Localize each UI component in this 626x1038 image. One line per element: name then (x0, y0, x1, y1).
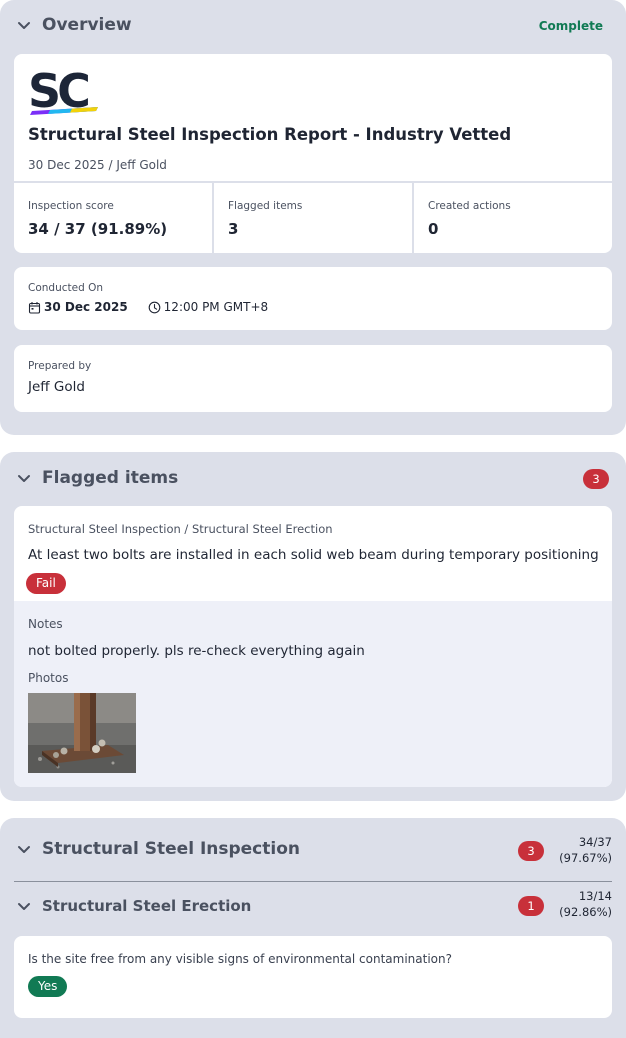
conducted-time-group: 12:00 PM GMT+8 (148, 300, 268, 314)
inspection-flag-badge: 3 (518, 841, 544, 861)
flagged-item-question: At least two bolts are installed in each… (28, 547, 599, 563)
flagged-items-section: Flagged items 3 Structural Steel Inspect… (0, 452, 626, 801)
overview-section: Overview Complete SC Structural Steel In… (0, 0, 626, 435)
report-title: Structural Steel Inspection Report - Ind… (28, 125, 512, 144)
stats-row: Inspection score 34 / 37 (91.89%) Flagge… (14, 181, 612, 253)
question-card: Is the site free from any visible signs … (14, 936, 612, 1018)
stat-inspection-score: Inspection score 34 / 37 (91.89%) (14, 183, 212, 253)
photo-thumbnail[interactable] (28, 693, 136, 773)
report-subtitle: 30 Dec 2025 / Jeff Gold (28, 158, 167, 172)
erection-subsection-title: Structural Steel Erection (42, 897, 252, 915)
calendar-icon (28, 301, 41, 314)
flagged-item-path: Structural Steel Inspection / Structural… (28, 522, 333, 536)
conducted-on-card: Conducted On 30 Dec 2025 12:00 PM GMT+8 (14, 267, 612, 330)
stat-label: Inspection score (28, 200, 114, 212)
chevron-down-icon[interactable] (17, 21, 31, 31)
chevron-down-icon[interactable] (17, 845, 31, 855)
conducted-on-row: 30 Dec 2025 12:00 PM GMT+8 (28, 300, 268, 314)
prepared-by-name: Jeff Gold (28, 379, 85, 395)
conducted-time: 12:00 PM GMT+8 (163, 300, 269, 314)
inspection-section: Structural Steel Inspection 3 34/37 (97.… (0, 818, 626, 1038)
question-text: Is the site free from any visible signs … (28, 952, 452, 966)
report-summary-card: SC Structural Steel Inspection Report - … (14, 54, 612, 253)
flagged-items-title: Flagged items (42, 468, 179, 488)
stat-value: 3 (228, 220, 239, 238)
stat-label: Flagged items (228, 200, 303, 212)
status-complete-label: Complete (538, 19, 603, 33)
stat-value: 34 / 37 (91.89%) (28, 220, 168, 238)
erection-score: 13/14 (92.86%) (559, 888, 612, 920)
flagged-count-badge: 3 (583, 469, 609, 489)
erection-flag-badge: 1 (518, 896, 544, 916)
erection-score-percent: (92.86%) (559, 905, 612, 919)
response-yes-badge: Yes (28, 976, 68, 997)
inspection-score: 34/37 (97.67%) (559, 834, 612, 866)
flagged-item-card: Structural Steel Inspection / Structural… (14, 506, 612, 787)
conducted-on-label: Conducted On (28, 282, 104, 294)
inspection-score-percent: (97.67%) (559, 851, 612, 865)
chevron-down-icon[interactable] (17, 474, 31, 484)
stat-label: Created actions (428, 200, 511, 212)
overview-title: Overview (42, 15, 132, 35)
notes-label: Notes (28, 617, 63, 631)
stat-flagged-items: Flagged items 3 (212, 183, 412, 253)
conducted-date: 30 Dec 2025 (44, 300, 128, 314)
response-fail-badge: Fail (26, 573, 66, 594)
company-logo: SC (28, 64, 102, 118)
inspection-title: Structural Steel Inspection (42, 839, 300, 859)
erection-score-value: 13/14 (578, 889, 612, 903)
notes-area: Notes not bolted properly. pls re-check … (14, 601, 612, 787)
prepared-by-card: Prepared by Jeff Gold (14, 345, 612, 412)
stat-created-actions: Created actions 0 (412, 183, 612, 253)
overview-header[interactable]: Overview Complete (0, 0, 626, 52)
inspection-score-value: 34/37 (578, 835, 612, 849)
photos-label: Photos (28, 671, 69, 685)
inspection-header[interactable]: Structural Steel Inspection 3 34/37 (97.… (0, 818, 626, 881)
flagged-items-header[interactable]: Flagged items 3 (0, 452, 626, 504)
stat-value: 0 (428, 220, 439, 238)
clock-icon (148, 301, 161, 314)
prepared-by-label: Prepared by (28, 360, 92, 372)
chevron-down-icon[interactable] (17, 902, 31, 912)
erection-subsection-header[interactable]: Structural Steel Erection 1 13/14 (92.86… (0, 882, 626, 934)
notes-text: not bolted properly. pls re-check everyt… (28, 643, 365, 659)
